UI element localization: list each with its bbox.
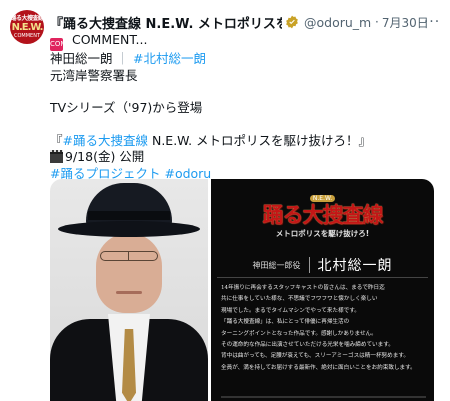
verified-badge-icon <box>285 15 299 29</box>
release-date: 9/18(金) 公開 <box>65 149 145 164</box>
tweet-line-title: 『#踊る大捜査線 N.E.W. メトロポリスを駆け抜けろ！』 <box>50 133 442 150</box>
hashtag-actor[interactable]: #北村総一朗 <box>133 51 206 66</box>
poster-comment-line: 「踊る大捜査線」は、私にとって俳優に再帰生活の <box>221 319 350 326</box>
account-avatar[interactable]: 踊る大捜査線 N.E.W. COMMENT <box>10 10 44 44</box>
photo-mouth <box>116 291 142 294</box>
poster-comment-line: その運命的な作品に出演させていただける光栄を噛み締めています。 <box>221 342 394 349</box>
poster-comment-body: 14年振りに再会するスタッフキャストの皆さんは、まるで昨日迄 共に仕事をしていた… <box>221 283 426 374</box>
poster-badge: N.E.W. <box>309 195 336 202</box>
avatar-line-2: N.E.W. <box>11 22 44 33</box>
poster-rule <box>217 277 428 278</box>
poster-comment-line: 全員が、満を持してお届けする最新作、絶対に面白いことをお約束致します。 <box>221 364 416 371</box>
hashtag-title[interactable]: #踊る大捜査線 <box>63 133 148 148</box>
poster-role: 神田総一郎役 <box>252 260 301 270</box>
tweet-media-grid: N.E.W. 踊る大捜査線 メトロポリスを駆け抜けろ! 神田総一郎役 北村総一朗… <box>50 179 434 401</box>
tweet-header: 『踊る大捜査線 N.E.W. メトロポリスを駆け抜けろ！』 @odoru_mov… <box>50 12 442 32</box>
poster-comment-line: 現場でした。まるでタイムマシンでやって来た様です。 <box>221 307 360 314</box>
poster-comment-line: ターニングポイントとなった作品です。感謝しかありません。 <box>221 330 377 337</box>
photo-glasses <box>100 251 158 261</box>
avatar-line-3: COMMENT <box>13 33 40 39</box>
comment-poster[interactable]: N.E.W. 踊る大捜査線 メトロポリスを駆け抜けろ! 神田総一郎役 北村総一朗… <box>211 179 434 401</box>
poster-comment-line: 背中は曲がっても、足腰が衰えても、スリーアミーゴスは精一杯努めます。 <box>221 353 409 360</box>
comment-emoji-icon: COMMENT <box>50 38 86 51</box>
more-options-icon[interactable]: ··· <box>422 12 442 32</box>
photo-face <box>96 233 162 313</box>
photo-hat-brim <box>58 221 200 237</box>
header-separator: · <box>375 15 379 29</box>
poster-name-row: 神田総一郎役 北村総一朗 <box>211 255 434 275</box>
display-name[interactable]: 『踊る大捜査線 N.E.W. メトロポリスを駆け抜けろ！』 <box>50 13 282 32</box>
account-handle[interactable]: @odoru_movie <box>304 15 372 30</box>
poster-title: 踊る大捜査線 <box>262 202 384 227</box>
tweet-line-comment: COMMENT COMMENT... <box>50 32 442 51</box>
poster-footer-strip <box>221 396 426 398</box>
tweet-line-series: TVシリーズ（'97)から登場 <box>50 100 203 115</box>
photo-hat-band <box>88 211 170 220</box>
poster-subtitle: メトロポリスを駆け抜けろ! <box>275 229 370 238</box>
character-name: 神田総一朗 <box>50 51 113 66</box>
title-rest: N.E.W. メトロポリスを駆け抜けろ！』 <box>148 132 372 148</box>
tweet-line-name: 神田総一朗｜ #北村総一朗 <box>50 51 442 68</box>
title-open-bracket: 『 <box>50 132 63 148</box>
tweet-text: COMMENT COMMENT... 神田総一朗｜ #北村総一朗 元湾岸警察署長 … <box>50 32 442 182</box>
comment-label: COMMENT... <box>68 32 148 47</box>
poster-logo: N.E.W. 踊る大捜査線 メトロポリスを駆け抜けろ! <box>211 185 434 239</box>
actor-photo[interactable] <box>50 179 208 401</box>
clapper-board-icon <box>50 150 63 163</box>
tweet-line-release: 9/18(金) 公開 <box>50 149 442 166</box>
poster-comment-line: 共に仕事をしていた様な、不思議でフワフワと懐かしく楽しい <box>221 296 378 303</box>
poster-divider <box>308 257 310 273</box>
poster-actor-name: 北村総一朗 <box>317 258 393 274</box>
name-separator: ｜ <box>116 51 130 66</box>
tweet-line-role: 元湾岸警察署長 <box>50 67 138 83</box>
avatar-line-1: 踊る大捜査線 <box>10 15 44 22</box>
poster-comment-line: 14年振りに再会するスタッフキャストの皆さんは、まるで昨日迄 <box>221 285 385 291</box>
